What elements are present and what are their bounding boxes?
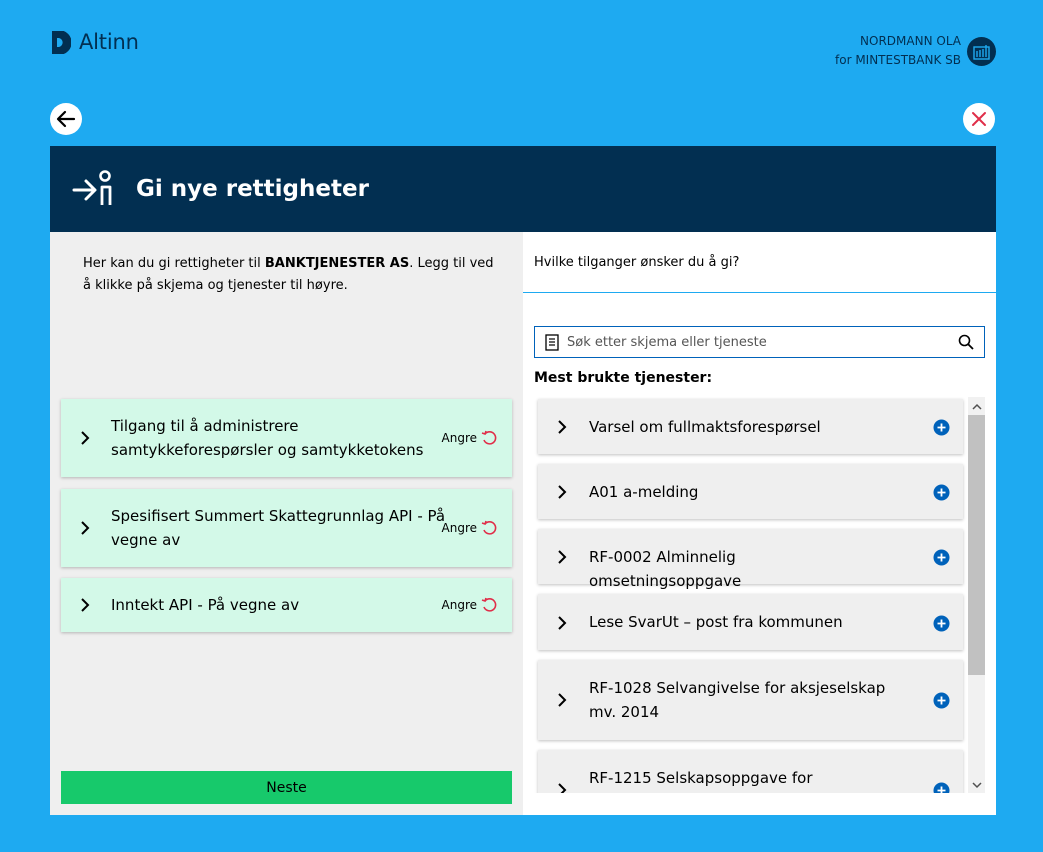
modal-title: Gi nye rettigheter [136,176,369,202]
chevron-right-icon [81,431,90,445]
selected-right-label: Inntekt API - På vegne av [111,596,300,614]
intro-text: Her kan du gi rettigheter til BANKTJENES… [83,253,503,297]
chevron-right-icon [558,693,567,707]
undo-label: Angre [441,431,477,445]
altinn-logo-icon [52,30,71,54]
altinn-logo[interactable]: Altinn [50,30,139,54]
user-name: NORDMANN OLA [860,34,961,48]
service-label: RF-0002 Alminnelig omsetningsoppgave [589,548,742,590]
most-used-heading: Mest brukte tjenester: [534,370,713,386]
search-icon[interactable] [958,334,974,350]
chevron-right-icon [558,420,567,434]
undo-icon [481,597,497,612]
person-arrow-icon [72,170,112,205]
plus-circle-icon[interactable] [933,692,950,709]
chevron-right-icon [558,783,567,793]
selected-rights-panel: Her kan du gi rettigheter til BANKTJENES… [50,232,523,815]
plus-circle-icon[interactable] [933,782,950,793]
next-button[interactable]: Neste [61,771,512,804]
scrollbar-thumb[interactable] [968,415,985,675]
scroll-up-arrow[interactable] [968,398,985,414]
undo-button[interactable]: Angre [442,430,497,446]
service-label: Varsel om fullmaktsforespørsel [589,418,821,436]
service-item[interactable]: Lese SvarUt – post fra kommunen [538,594,963,650]
intro-org: BANKTJENESTER AS [264,256,410,271]
service-picker-panel: Hvilke tilganger ønsker du å gi? Mest br… [523,232,996,815]
modal-header: Gi nye rettigheter [50,146,996,232]
plus-circle-icon[interactable] [933,419,950,436]
service-label: Lese SvarUt – post fra kommunen [589,613,843,631]
service-search[interactable] [534,326,985,358]
divider [523,292,996,293]
search-input[interactable] [567,328,958,356]
close-icon [972,112,986,126]
selected-right-label: Tilgang til å administrere samtykkefores… [111,417,424,459]
back-button[interactable] [50,103,82,135]
chevron-right-icon [81,521,90,535]
chevron-right-icon [558,550,567,564]
chevron-right-icon [558,616,567,630]
selected-right-item[interactable]: Inntekt API - På vegne av Angre [61,578,512,632]
service-label: RF-1028 Selvangivelse for aksjeselskap m… [589,679,886,721]
intro-prefix: Her kan du gi rettigheter til [83,256,265,271]
scrollbar[interactable] [968,397,985,793]
service-item[interactable]: RF-1215 Selskapsoppgave for [538,750,963,793]
logo-text: Altinn [79,30,139,54]
undo-label: Angre [441,521,477,535]
plus-circle-icon[interactable] [933,549,950,566]
service-item[interactable]: A01 a-melding [538,464,963,519]
plus-circle-icon[interactable] [933,615,950,632]
undo-icon [481,520,497,535]
user-info: NORDMANN OLA for MINTESTBANK SB [835,32,961,70]
selected-right-label: Spesifisert Summert Skattegrunnlag API -… [111,507,446,549]
chevron-right-icon [81,598,90,612]
undo-label: Angre [441,598,477,612]
chevron-right-icon [558,485,567,499]
selected-right-item[interactable]: Tilgang til å administrere samtykkefores… [61,399,512,477]
question-text: Hvilke tilganger ønsker du å gi? [534,255,740,270]
arrow-left-icon [56,110,76,128]
service-label: RF-1215 Selskapsoppgave for [589,769,813,787]
scroll-down-arrow[interactable] [968,777,985,793]
building-icon [967,36,996,66]
selected-right-item[interactable]: Spesifisert Summert Skattegrunnlag API -… [61,489,512,567]
user-org: for MINTESTBANK SB [835,53,961,67]
service-list: Varsel om fullmaktsforespørsel A01 a-mel… [534,397,985,793]
service-label: A01 a-melding [589,483,699,501]
modal-body: Her kan du gi rettigheter til BANKTJENES… [50,232,996,815]
close-button[interactable] [963,103,995,135]
undo-button[interactable]: Angre [442,520,497,536]
document-icon [545,333,559,351]
user-menu[interactable]: NORDMANN OLA for MINTESTBANK SB [835,32,996,70]
plus-circle-icon[interactable] [933,484,950,501]
undo-icon [481,430,497,445]
service-item[interactable]: Varsel om fullmaktsforespørsel [538,399,963,454]
service-item[interactable]: RF-1028 Selvangivelse for aksjeselskap m… [538,660,963,740]
delegation-modal: Gi nye rettigheter Her kan du gi rettigh… [50,146,996,815]
service-item[interactable]: RF-0002 Alminnelig omsetningsoppgave [538,529,963,590]
undo-button[interactable]: Angre [442,597,497,613]
